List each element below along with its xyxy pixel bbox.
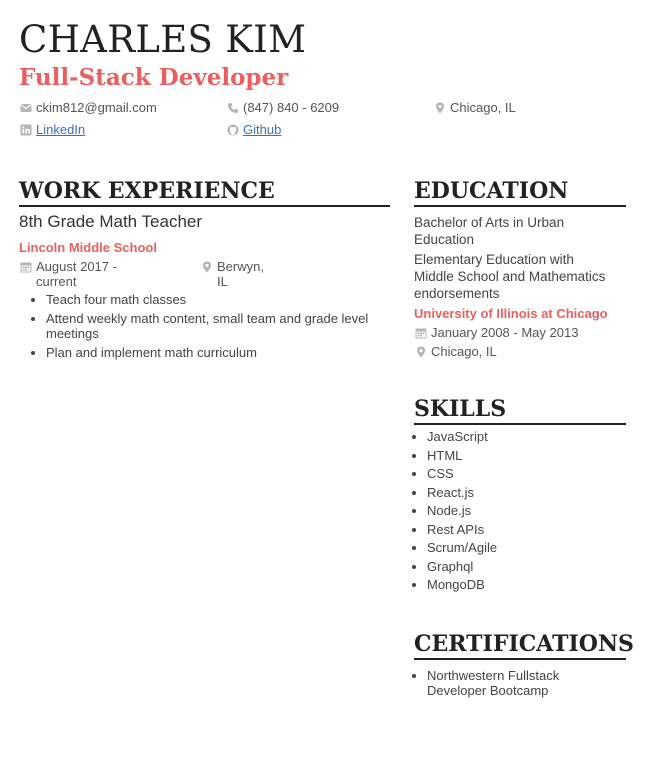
- degree-1: Bachelor of Arts in Urban Education: [414, 215, 565, 247]
- job-dates-text: August 2017 - current: [36, 259, 117, 289]
- list-item: Graphql: [427, 559, 497, 574]
- education-dates: January 2008 - May 2013: [415, 325, 578, 340]
- contact-linkedin: LinkedIn: [20, 122, 85, 137]
- list-item: CSS: [427, 466, 497, 481]
- resume-role: Full-Stack Developer: [19, 64, 289, 91]
- contact-email: ckim812@gmail.com: [20, 100, 157, 115]
- job-dates: August 2017 - current: [20, 259, 130, 289]
- list-item: Scrum/Agile: [427, 540, 497, 555]
- phone-text: (847) 840 - 6209: [243, 100, 340, 115]
- resume-name: CHARLES KIM: [19, 18, 307, 61]
- certifications-heading: CERTIFICATIONS: [414, 631, 634, 660]
- phone-icon: [227, 102, 239, 114]
- skills-list: JavaScript HTML CSS React.js Node.js Res…: [414, 429, 497, 596]
- contact-phone: (847) 840 - 6209: [227, 100, 339, 115]
- github-icon: [227, 124, 239, 136]
- certifications-list: Northwestern Fullstack Developer Bootcam…: [414, 668, 607, 702]
- skills-heading: SKILLS: [414, 396, 626, 425]
- calendar-icon: [20, 261, 32, 273]
- map-pin-icon: [434, 102, 446, 114]
- job-location: Berwyn, IL: [201, 259, 291, 289]
- school-name: University of Illinois at Chicago: [414, 306, 608, 321]
- map-pin-icon: [415, 346, 427, 358]
- list-item: Plan and implement math curriculum: [46, 345, 391, 360]
- linkedin-link[interactable]: LinkedIn: [36, 122, 85, 137]
- contact-github: Github: [227, 122, 281, 137]
- list-item: Attend weekly math content, small team a…: [46, 311, 391, 341]
- education-dates-text: January 2008 - May 2013: [431, 325, 579, 340]
- contact-location: Chicago, IL: [434, 100, 516, 115]
- map-pin-icon: [201, 261, 213, 273]
- job-title: 8th Grade Math Teacher: [19, 212, 203, 231]
- list-item: Rest APIs: [427, 522, 497, 537]
- list-item: React.js: [427, 485, 497, 500]
- job-location-text: Berwyn, IL: [217, 259, 264, 289]
- list-item: MongoDB: [427, 577, 497, 592]
- email-text: ckim812@gmail.com: [36, 100, 157, 115]
- education-heading: EDUCATION: [414, 178, 626, 207]
- education-location-text: Chicago, IL: [431, 344, 497, 359]
- list-item: HTML: [427, 448, 497, 463]
- location-text: Chicago, IL: [450, 100, 516, 115]
- list-item: Northwestern Fullstack Developer Bootcam…: [427, 668, 607, 698]
- education-location: Chicago, IL: [415, 344, 497, 359]
- job-duties-list: Teach four math classes Attend weekly ma…: [19, 292, 391, 364]
- work-experience-heading: WORK EXPERIENCE: [19, 178, 390, 207]
- github-link[interactable]: Github: [243, 122, 281, 137]
- calendar-icon: [415, 327, 427, 339]
- envelope-icon: [20, 102, 32, 114]
- company-name: Lincoln Middle School: [19, 240, 157, 255]
- linkedin-icon: [20, 124, 32, 136]
- list-item: Teach four math classes: [46, 292, 391, 307]
- list-item: JavaScript: [427, 429, 497, 444]
- list-item: Node.js: [427, 503, 497, 518]
- degree-2: Elementary Education with Middle School …: [414, 252, 606, 301]
